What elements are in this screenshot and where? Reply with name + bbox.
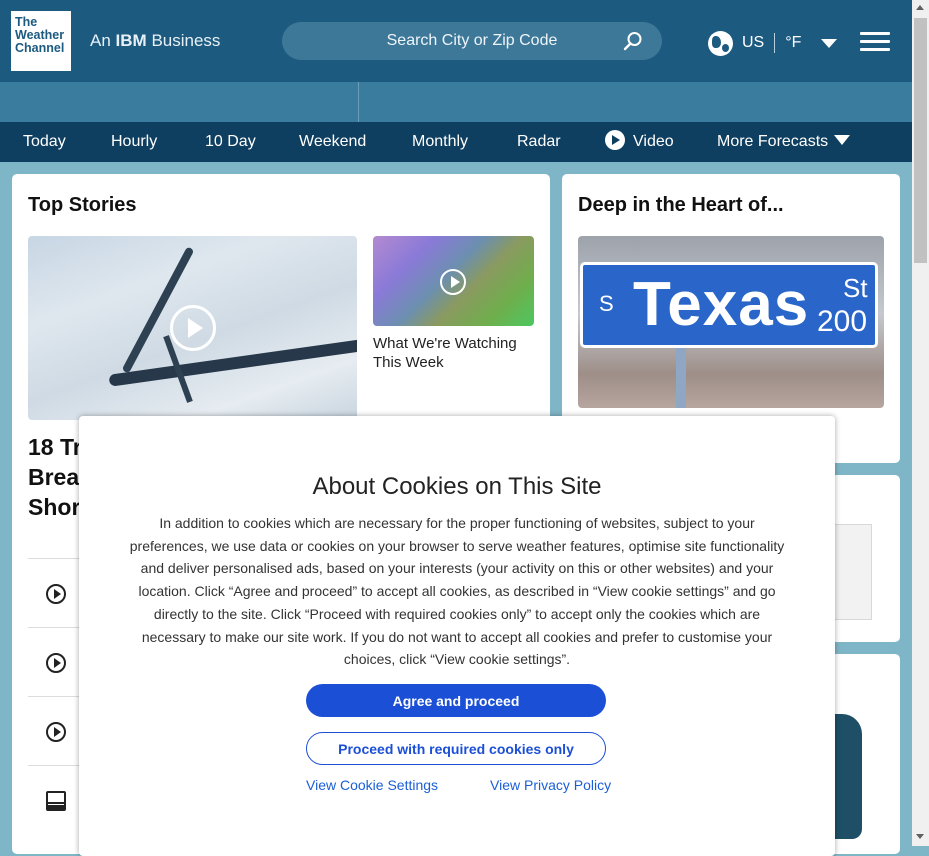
- play-icon: [46, 722, 66, 742]
- nav-video[interactable]: Video: [605, 122, 674, 162]
- sign-name: Texas: [633, 270, 810, 339]
- play-icon: [46, 653, 66, 673]
- play-icon: [46, 584, 66, 604]
- logo-line: Channel: [15, 41, 65, 55]
- hamburger-menu-icon[interactable]: [860, 32, 890, 52]
- alert-bar: [0, 82, 912, 122]
- chevron-down-icon[interactable]: [821, 38, 838, 48]
- nav-more-label: More Forecasts: [717, 133, 829, 150]
- search-icon[interactable]: [623, 31, 643, 51]
- sign-pole: [676, 348, 686, 408]
- nav-hourly[interactable]: Hourly: [111, 122, 157, 162]
- page-scrollbar[interactable]: [912, 0, 929, 846]
- globe-icon: [708, 30, 733, 56]
- required-cookies-only-button[interactable]: Proceed with required cookies only: [306, 732, 606, 765]
- secondary-video-thumbnail[interactable]: [373, 236, 534, 326]
- tagline-brand: IBM: [115, 31, 147, 50]
- texas-sign-image[interactable]: S Texas St 200: [578, 236, 884, 408]
- street-sign: S Texas St 200: [580, 262, 878, 348]
- sign-suffix: St: [843, 273, 868, 303]
- sign-number: 200: [817, 305, 868, 338]
- secondary-story-caption[interactable]: What We're Watching This Week: [373, 334, 538, 372]
- forecast-nav: Today Hourly 10 Day Weekend Monthly Rada…: [0, 122, 912, 162]
- nav-weekend[interactable]: Weekend: [299, 122, 366, 162]
- nav-monthly[interactable]: Monthly: [412, 122, 468, 162]
- hero-video-thumbnail[interactable]: [28, 236, 357, 420]
- tagline-suffix: Business: [151, 31, 221, 50]
- weather-channel-logo[interactable]: The Weather Channel: [11, 11, 71, 71]
- nav-more-forecasts[interactable]: More Forecasts: [717, 122, 851, 162]
- caret-down-icon: [834, 135, 851, 145]
- view-cookie-settings-link[interactable]: View Cookie Settings: [306, 777, 438, 793]
- ibm-business-tagline: An IBM Business: [90, 31, 220, 51]
- play-icon: [605, 130, 625, 150]
- nav-radar[interactable]: Radar: [517, 122, 561, 162]
- divider: [358, 82, 359, 122]
- agree-and-proceed-button[interactable]: Agree and proceed: [306, 684, 606, 717]
- unit-label: °F: [785, 34, 802, 51]
- divider: [774, 33, 776, 53]
- sign-prefix: S: [599, 291, 614, 316]
- locale-unit-selector[interactable]: US °F: [708, 30, 838, 56]
- scroll-down-icon[interactable]: [916, 834, 924, 839]
- nav-video-label: Video: [633, 133, 674, 150]
- cookie-dialog-title: About Cookies on This Site: [312, 473, 602, 500]
- site-header: The Weather Channel An IBM Business Sear…: [0, 0, 912, 82]
- search-input[interactable]: Search City or Zip Code: [282, 22, 662, 60]
- nav-today[interactable]: Today: [23, 122, 66, 162]
- view-privacy-policy-link[interactable]: View Privacy Policy: [490, 777, 611, 793]
- play-icon[interactable]: [440, 269, 466, 295]
- play-icon[interactable]: [170, 305, 216, 351]
- search-placeholder: Search City or Zip Code: [386, 32, 558, 49]
- scrollbar-thumb[interactable]: [914, 18, 927, 263]
- article-icon: [46, 791, 66, 811]
- deep-heart-title: Deep in the Heart of...: [578, 194, 784, 216]
- top-stories-title: Top Stories: [28, 194, 137, 216]
- tagline-prefix: An: [90, 31, 111, 50]
- scroll-up-icon[interactable]: [916, 5, 924, 10]
- cookie-dialog-body: In addition to cookies which are necessa…: [129, 515, 785, 668]
- locale-label: US: [742, 34, 765, 51]
- nav-10-day[interactable]: 10 Day: [205, 122, 256, 162]
- ice-crack: [108, 337, 357, 387]
- cookie-consent-dialog: About Cookies on This Site In addition t…: [79, 416, 835, 856]
